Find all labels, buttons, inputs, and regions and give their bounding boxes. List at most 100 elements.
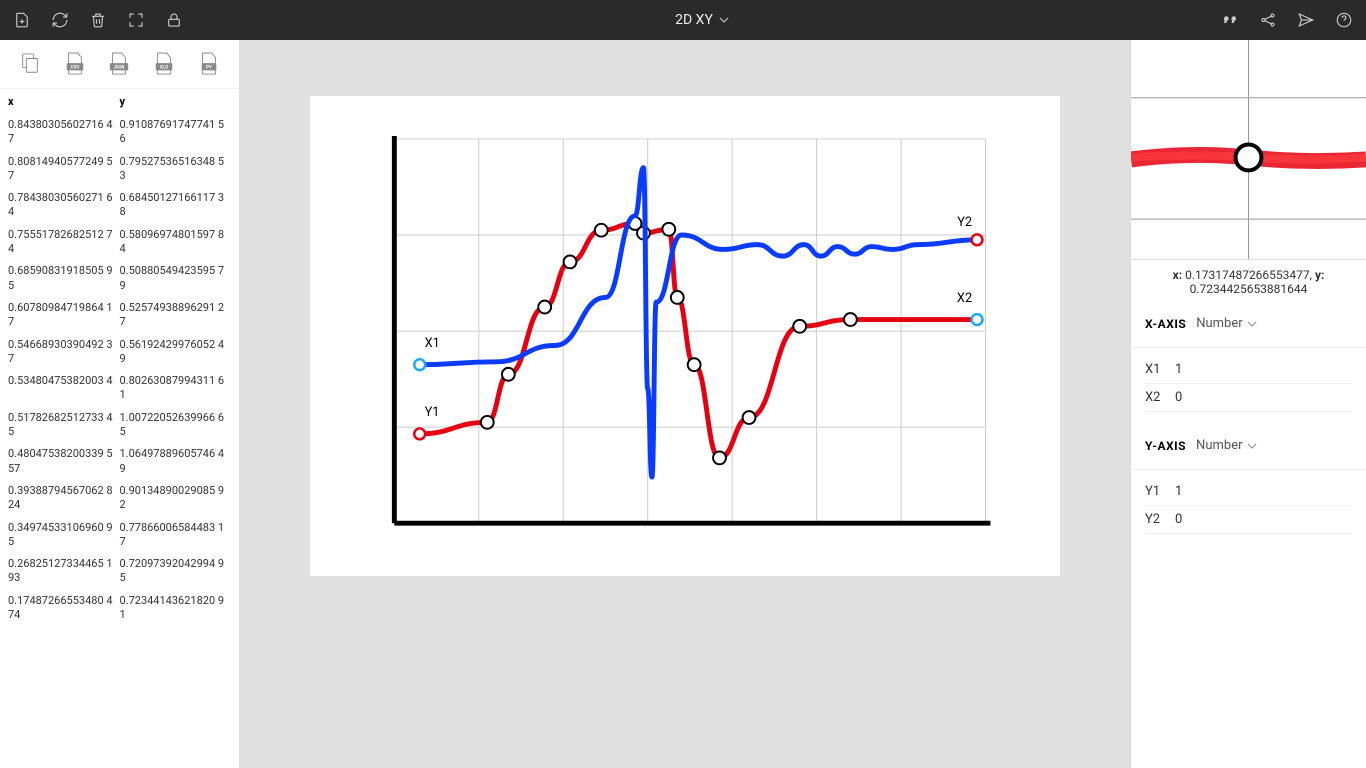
yaxis-title: Y-AXIS — [1145, 439, 1186, 453]
chevron-down-icon — [1247, 441, 1257, 451]
data-row[interactable]: 0.26825127334465 1930.72097392042994 95 — [0, 553, 239, 590]
help-icon[interactable] — [1334, 10, 1354, 30]
data-row[interactable]: 0.80814940577249 570.79527536516348 53 — [0, 151, 239, 188]
cell-x: 0.39388794567062 824 — [8, 484, 120, 513]
data-row[interactable]: 0.54668930390492 370.56192429976052 49 — [0, 334, 239, 371]
new-file-icon[interactable] — [12, 10, 32, 30]
cell-x: 0.75551782682512 74 — [8, 228, 120, 257]
data-row[interactable]: 0.84380305602716 470.91087691747741 56 — [0, 114, 239, 151]
xaxis-type-select[interactable]: Number — [1196, 316, 1256, 331]
refresh-icon[interactable] — [50, 10, 70, 30]
cell-y: 0.91087691747741 56 — [120, 118, 232, 147]
svg-text:X2: X2 — [957, 291, 972, 306]
svg-text:X1: X1 — [425, 336, 440, 351]
data-sidebar: CSV JSON XLS PY x y 0.84380305602716 470… — [0, 40, 240, 768]
cell-y: 0.72344143621820 91 — [120, 594, 232, 623]
quote-icon[interactable] — [1220, 10, 1240, 30]
data-row[interactable]: 0.39388794567062 8240.90134890029085 92 — [0, 480, 239, 517]
readout-x-label: x: — [1173, 268, 1183, 282]
cell-y: 0.58096974801597 84 — [120, 228, 232, 257]
data-row[interactable]: 0.53480475382003 40.80263087994311 61 — [0, 370, 239, 407]
cell-x: 0.68590831918505 95 — [8, 264, 120, 293]
cell-y: 0.68450127166117 38 — [120, 191, 232, 220]
data-row[interactable]: 0.48047538200339 5571.06497889605746 49 — [0, 443, 239, 480]
axis-input-row[interactable]: Y11 — [1145, 478, 1352, 506]
lock-icon[interactable] — [164, 10, 184, 30]
cell-y: 0.52574938896291 27 — [120, 301, 232, 330]
cell-x: 0.53480475382003 4 — [8, 374, 120, 403]
cell-y: 1.06497889605746 49 — [120, 447, 232, 476]
axis-input-label: Y2 — [1145, 512, 1175, 527]
main: CSV JSON XLS PY x y 0.84380305602716 470… — [0, 40, 1366, 768]
col-y-header: y — [120, 95, 232, 108]
cell-x: 0.54668930390492 37 — [8, 338, 120, 367]
data-row[interactable]: 0.68590831918505 950.50880549423595 79 — [0, 260, 239, 297]
data-row[interactable]: 0.34974533106960 950.77866006584483 17 — [0, 517, 239, 554]
topbar-right — [1220, 10, 1354, 30]
svg-text:Y1: Y1 — [425, 405, 440, 420]
inspector-sidebar: x: 0.17317487266553477, y: 0.72344256538… — [1130, 40, 1366, 768]
yaxis-inputs: Y11Y20 — [1131, 470, 1366, 548]
data-row[interactable]: 0.60780984719864 170.52574938896291 27 — [0, 297, 239, 334]
fullscreen-icon[interactable] — [126, 10, 146, 30]
cell-y: 0.77866006584483 17 — [120, 521, 232, 550]
copy-icon[interactable] — [18, 50, 42, 78]
csv-export-icon[interactable]: CSV — [63, 50, 87, 78]
yaxis-type-select[interactable]: Number — [1196, 438, 1256, 453]
cell-x: 0.26825127334465 193 — [8, 557, 120, 586]
canvas-area[interactable]: X1 Y1 X2 Y2 — [240, 40, 1130, 768]
cell-x: 0.17487266553480 474 — [8, 594, 120, 623]
cell-x: 0.78438030560271 64 — [8, 191, 120, 220]
xaxis-title: X-AXIS — [1145, 317, 1186, 331]
axis-input-value: 0 — [1175, 390, 1182, 405]
axis-input-row[interactable]: X11 — [1145, 356, 1352, 384]
py-export-icon[interactable]: PY — [197, 50, 221, 78]
axis-input-value: 1 — [1175, 484, 1182, 499]
cell-x: 0.34974533106960 95 — [8, 521, 120, 550]
chart-svg: X1 Y1 X2 Y2 — [350, 131, 1020, 541]
coord-readout: x: 0.17317487266553477, y: 0.72344256538… — [1131, 260, 1366, 304]
cell-y: 0.79527536516348 53 — [120, 155, 232, 184]
svg-text:CSV: CSV — [70, 65, 79, 71]
topbar-left — [12, 10, 184, 30]
readout-y-val: 0.7234425653881644 — [1190, 282, 1308, 296]
cell-x: 0.80814940577249 57 — [8, 155, 120, 184]
xaxis-section: X-AXIS Number — [1131, 304, 1366, 348]
share-icon[interactable] — [1258, 10, 1278, 30]
xaxis-inputs: X11X20 — [1131, 348, 1366, 426]
data-table: x y 0.84380305602716 470.91087691747741 … — [0, 89, 239, 626]
cell-y: 0.56192429976052 49 — [120, 338, 232, 367]
col-x-header: x — [8, 95, 120, 108]
crosshair-marker — [1236, 145, 1262, 171]
axis-input-row[interactable]: Y20 — [1145, 506, 1352, 534]
trash-icon[interactable] — [88, 10, 108, 30]
preview-box[interactable] — [1131, 40, 1366, 260]
json-export-icon[interactable]: JSON — [107, 50, 131, 78]
topbar: 2D XY — [0, 0, 1366, 40]
chart-panel[interactable]: X1 Y1 X2 Y2 — [310, 96, 1060, 576]
cell-x: 0.60780984719864 17 — [8, 301, 120, 330]
readout-y-label: y: — [1315, 268, 1324, 282]
chart-type-selector[interactable]: 2D XY — [184, 12, 1220, 28]
svg-text:Y2: Y2 — [957, 215, 972, 230]
yaxis-section: Y-AXIS Number — [1131, 426, 1366, 470]
svg-text:PY: PY — [206, 65, 212, 71]
cell-x: 0.48047538200339 557 — [8, 447, 120, 476]
axis-input-value: 0 — [1175, 512, 1182, 527]
data-row[interactable]: 0.51782682512733 451.00722052639966 65 — [0, 407, 239, 444]
cell-y: 0.50880549423595 79 — [120, 264, 232, 293]
cell-x: 0.84380305602716 47 — [8, 118, 120, 147]
cell-y: 0.72097392042994 95 — [120, 557, 232, 586]
readout-x-val: 0.17317487266553477, — [1185, 268, 1312, 282]
xls-export-icon[interactable]: XLS — [152, 50, 176, 78]
preview-svg — [1131, 40, 1366, 259]
chevron-down-icon — [719, 15, 729, 25]
send-icon[interactable] — [1296, 10, 1316, 30]
data-row[interactable]: 0.17487266553480 4740.72344143621820 91 — [0, 590, 239, 627]
axis-input-row[interactable]: X20 — [1145, 384, 1352, 412]
cell-y: 0.80263087994311 61 — [120, 374, 232, 403]
export-toolbar: CSV JSON XLS PY — [0, 40, 239, 89]
data-row[interactable]: 0.75551782682512 740.58096974801597 84 — [0, 224, 239, 261]
data-row[interactable]: 0.78438030560271 640.68450127166117 38 — [0, 187, 239, 224]
cell-y: 1.00722052639966 65 — [120, 411, 232, 440]
